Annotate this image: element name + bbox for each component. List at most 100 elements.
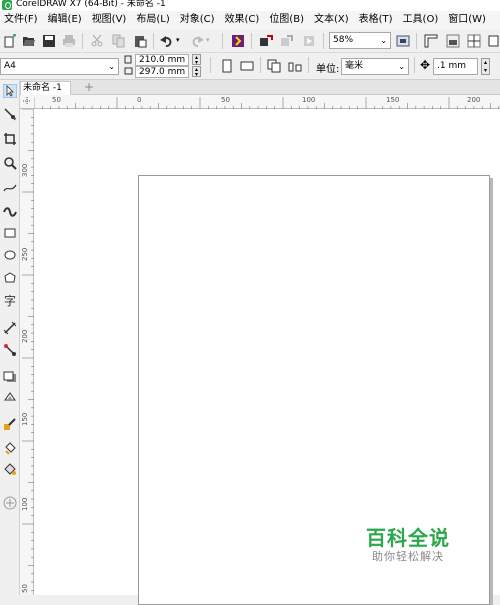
menu-file[interactable]: 文件(F)	[0, 11, 44, 29]
cut-icon[interactable]	[90, 34, 104, 48]
ruler-label: 0	[137, 96, 142, 104]
menu-layout[interactable]: 布局(L)	[132, 11, 175, 29]
freehand-tool-icon[interactable]	[3, 181, 17, 195]
print-icon[interactable]	[62, 34, 76, 48]
page-size-select[interactable]: A4 ⌄	[0, 58, 119, 75]
ellipse-tool-icon[interactable]	[3, 248, 17, 262]
zoom-tool-icon[interactable]	[3, 156, 17, 170]
ruler-label: 200	[21, 329, 29, 343]
toolbar-separator	[210, 57, 211, 73]
menu-text[interactable]: 文本(X)	[310, 11, 355, 29]
ruler-ticks	[22, 109, 34, 591]
add-tool-icon[interactable]	[3, 496, 17, 510]
ruler-label: 150	[21, 412, 29, 426]
standard-toolbar: ▾ ▾ 58% ⌄	[0, 29, 500, 53]
publish-pdf-icon[interactable]	[302, 34, 316, 48]
chevron-down-icon: ⌄	[108, 62, 115, 71]
menu-table[interactable]: 表格(T)	[355, 11, 399, 29]
smart-fill-tool-icon[interactable]	[3, 462, 17, 476]
menu-view[interactable]: 视图(V)	[88, 11, 133, 29]
page-height-field[interactable]: 297.0 mm	[135, 66, 189, 78]
redo-dropdown-icon[interactable]: ▾	[206, 36, 210, 44]
ruler-origin-icon[interactable]	[22, 96, 32, 106]
portrait-orientation-icon[interactable]	[220, 59, 234, 73]
all-pages-icon[interactable]	[267, 59, 281, 73]
shape-tool-icon[interactable]	[3, 107, 17, 121]
interactive-fill-tool-icon[interactable]	[3, 441, 17, 455]
vertical-ruler[interactable]: 300 250 200 150 100 50	[20, 109, 34, 595]
landscape-orientation-icon[interactable]	[240, 59, 254, 73]
nudge-distance-field[interactable]: .1 mm	[433, 58, 478, 75]
app-logo-icon	[2, 0, 12, 10]
toolbar-separator	[222, 33, 223, 49]
new-document-icon[interactable]	[3, 34, 17, 48]
redo-icon[interactable]	[190, 34, 204, 48]
document-tab-bar: 未命名 -1 +	[20, 80, 500, 95]
full-screen-preview-icon[interactable]	[396, 34, 410, 48]
page-height-spinner[interactable]: ▴ ▾	[192, 66, 201, 78]
chevron-down-icon: ⌄	[398, 62, 405, 71]
menu-window[interactable]: 窗口(W)	[444, 11, 492, 29]
menu-object[interactable]: 对象(C)	[176, 11, 221, 29]
horizontal-ruler[interactable]: 50 0 50 100 150 200	[20, 95, 500, 109]
ruler-label: 300	[21, 163, 29, 177]
units-label: 单位:	[316, 64, 340, 75]
artistic-media-tool-icon[interactable]	[3, 204, 17, 218]
property-bar: A4 ⌄ 210.0 mm ▴ ▾ 297.0 mm ▴ ▾ 单位: 毫米 ⌄ ✥ …	[0, 53, 500, 80]
menu-bitmaps[interactable]: 位图(B)	[265, 11, 310, 29]
toolbox: 字	[0, 80, 20, 595]
crop-tool-icon[interactable]	[3, 132, 17, 146]
menu-edit[interactable]: 编辑(E)	[44, 11, 88, 29]
ruler-label: 50	[52, 96, 61, 104]
menu-effects[interactable]: 效果(C)	[221, 11, 266, 29]
rectangle-tool-icon[interactable]	[3, 226, 17, 240]
show-guidelines-icon[interactable]	[467, 34, 481, 48]
toolbar-separator	[323, 33, 324, 49]
page-height-icon	[124, 67, 133, 75]
copy-icon[interactable]	[112, 34, 126, 48]
toolbar-separator	[414, 57, 415, 73]
undo-dropdown-icon[interactable]: ▾	[176, 36, 180, 44]
import-icon[interactable]	[259, 34, 273, 48]
page-size-value: A4	[4, 61, 16, 71]
snap-to-icon[interactable]	[488, 34, 500, 48]
ruler-label: 250	[21, 247, 29, 261]
search-content-icon[interactable]	[231, 34, 245, 48]
save-icon[interactable]	[42, 34, 56, 48]
pick-tool-icon[interactable]	[3, 84, 17, 98]
open-folder-icon[interactable]	[22, 34, 36, 48]
ruler-label: 150	[386, 96, 400, 104]
paste-icon[interactable]	[133, 34, 147, 48]
nudge-distance-value: .1 mm	[437, 61, 466, 71]
toolbar-separator	[251, 33, 252, 49]
transparency-tool-icon[interactable]	[3, 390, 17, 404]
ruler-label: 200	[467, 96, 481, 104]
undo-icon[interactable]	[160, 34, 174, 48]
show-rulers-icon[interactable]	[424, 34, 438, 48]
page-width-icon	[124, 55, 132, 64]
ruler-label: 100	[21, 497, 29, 511]
current-page-icon[interactable]	[288, 59, 302, 73]
toolbar-separator	[82, 33, 83, 49]
text-tool-icon[interactable]: 字	[3, 293, 17, 307]
document-tab[interactable]: 未命名 -1	[20, 81, 71, 95]
toolbar-separator	[416, 33, 417, 49]
eyedropper-tool-icon[interactable]	[3, 417, 17, 431]
toolbar-separator	[153, 33, 154, 49]
drop-shadow-tool-icon[interactable]	[3, 370, 17, 384]
connector-tool-icon[interactable]	[3, 343, 17, 357]
menu-tools[interactable]: 工具(O)	[399, 11, 445, 29]
show-grid-icon[interactable]	[446, 34, 460, 48]
page-width-field[interactable]: 210.0 mm	[135, 54, 189, 66]
nudge-spinner[interactable]: ▴ ▾	[481, 58, 490, 75]
units-value: 毫米	[345, 61, 364, 71]
polygon-tool-icon[interactable]	[3, 271, 17, 285]
add-tab-icon[interactable]: +	[82, 81, 96, 95]
zoom-level-select[interactable]: 58% ⌄	[329, 32, 391, 49]
parallel-dimension-tool-icon[interactable]	[3, 321, 17, 335]
export-icon[interactable]	[280, 34, 294, 48]
zoom-level-value: 58%	[333, 35, 354, 45]
watermark-brand: 百科全说	[366, 526, 450, 550]
page-width-spinner[interactable]: ▴ ▾	[192, 54, 201, 66]
units-select[interactable]: 毫米 ⌄	[341, 58, 409, 75]
